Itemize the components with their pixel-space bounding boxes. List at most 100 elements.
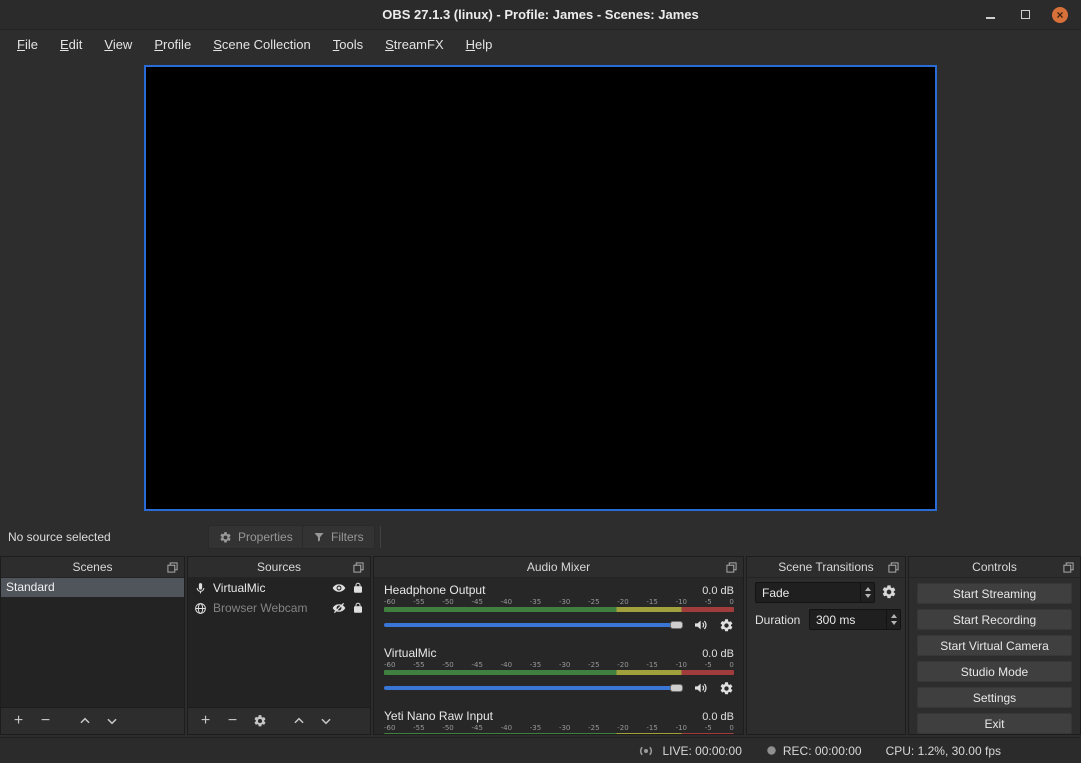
volume-track: [384, 686, 683, 690]
tick-label: -10: [676, 724, 687, 732]
filters-label: Filters: [331, 530, 364, 544]
transition-select[interactable]: Fade: [755, 582, 875, 603]
chevron-up-icon: [292, 714, 306, 728]
transitions-popout-button[interactable]: [887, 561, 900, 574]
controls-popout-button[interactable]: [1062, 561, 1075, 574]
lock-icon[interactable]: [352, 602, 364, 614]
channel-name: Yeti Nano Raw Input: [384, 709, 493, 723]
start-streaming-button[interactable]: Start Streaming: [917, 583, 1072, 604]
obs-window: OBS 27.1.3 (linux) - Profile: James - Sc…: [0, 0, 1081, 763]
menu-help[interactable]: Help: [455, 32, 504, 57]
tick-label: 0: [729, 724, 733, 732]
chevron-up-icon: [78, 714, 92, 728]
controls-body: Start Streaming Start Recording Start Vi…: [909, 578, 1080, 739]
menu-profile[interactable]: Profile: [143, 32, 202, 57]
volume-handle[interactable]: [670, 684, 683, 692]
tick-label: -35: [530, 598, 541, 606]
channel-level: 0.0 dB: [702, 585, 734, 597]
exit-button[interactable]: Exit: [917, 713, 1072, 734]
microphone-icon: [194, 582, 207, 595]
sources-toolbar: + −: [188, 707, 370, 734]
start-recording-button[interactable]: Start Recording: [917, 609, 1072, 630]
visibility-eye-icon[interactable]: [332, 581, 346, 595]
menu-view[interactable]: View: [93, 32, 143, 57]
move-scene-up-button[interactable]: [71, 710, 98, 732]
transition-settings-button[interactable]: [881, 584, 897, 600]
studio-mode-button[interactable]: Studio Mode: [917, 661, 1072, 682]
scenes-list[interactable]: Standard: [1, 578, 184, 707]
tick-label: -15: [646, 724, 657, 732]
channel-settings-button[interactable]: [719, 618, 734, 633]
speaker-mute-button[interactable]: [693, 617, 709, 633]
speaker-mute-button[interactable]: [693, 680, 709, 696]
channel-name: VirtualMic: [384, 646, 436, 660]
tick-label: -25: [588, 661, 599, 669]
channel-name: Headphone Output: [384, 583, 485, 597]
settings-button[interactable]: Settings: [917, 687, 1072, 708]
duration-spinner[interactable]: [886, 610, 900, 629]
source-item-browser-webcam[interactable]: Browser Webcam: [188, 598, 370, 618]
source-properties-button[interactable]: [246, 710, 273, 732]
sources-popout-button[interactable]: [352, 561, 365, 574]
combo-spinner[interactable]: [860, 583, 874, 602]
channel-settings-button[interactable]: [719, 681, 734, 696]
controls-dock-header: Controls: [909, 557, 1080, 578]
tick-label: -35: [530, 661, 541, 669]
move-scene-down-button[interactable]: [98, 710, 125, 732]
duration-spinbox[interactable]: 300 ms: [809, 609, 901, 630]
arrow-up-icon: [865, 587, 871, 591]
rec-status: REC: 00:00:00: [766, 744, 862, 758]
menu-file[interactable]: File: [6, 32, 49, 57]
scene-transitions-dock: Scene Transitions Fade Duration 300 ms: [746, 556, 906, 735]
add-source-button[interactable]: +: [192, 710, 219, 732]
arrow-down-icon: [865, 594, 871, 598]
add-scene-button[interactable]: +: [5, 710, 32, 732]
properties-button[interactable]: Properties: [208, 525, 304, 549]
volume-handle[interactable]: [670, 621, 683, 629]
meter-scale: -60-55-50-45-40-35-30-25-20-15-10-50: [384, 598, 734, 606]
source-item-virtualmic[interactable]: VirtualMic: [188, 578, 370, 598]
menu-scene-collection[interactable]: Scene Collection: [202, 32, 322, 57]
visibility-eye-off-icon[interactable]: [332, 601, 346, 615]
tick-label: -55: [413, 598, 424, 606]
channel-level: 0.0 dB: [702, 711, 734, 723]
transitions-dock-header: Scene Transitions: [747, 557, 905, 578]
close-button[interactable]: ×: [1051, 6, 1069, 24]
lock-icon[interactable]: [352, 582, 364, 594]
toolbar-separator: [380, 526, 381, 548]
maximize-button[interactable]: [1016, 6, 1034, 24]
mixer-body: Headphone Output 0.0 dB -60-55-50-45-40-…: [374, 578, 743, 734]
tick-label: -30: [559, 598, 570, 606]
preview-canvas[interactable]: [144, 65, 937, 511]
menu-streamfx[interactable]: StreamFX: [374, 32, 455, 57]
menu-tools[interactable]: Tools: [322, 32, 374, 57]
transition-selected-value: Fade: [756, 586, 860, 600]
scene-item-standard[interactable]: Standard: [1, 578, 184, 597]
filters-button[interactable]: Filters: [302, 525, 375, 549]
volume-meter: [384, 670, 734, 675]
tick-label: -5: [705, 598, 712, 606]
arrow-up-icon: [891, 614, 897, 618]
minimize-button[interactable]: [981, 6, 999, 24]
volume-slider[interactable]: [384, 681, 683, 695]
titlebar: OBS 27.1.3 (linux) - Profile: James - Sc…: [0, 0, 1081, 30]
tick-label: -5: [705, 661, 712, 669]
chevron-down-icon: [105, 714, 119, 728]
menu-edit[interactable]: Edit: [49, 32, 93, 57]
volume-slider[interactable]: [384, 618, 683, 632]
tick-label: -50: [442, 724, 453, 732]
mixer-popout-button[interactable]: [725, 561, 738, 574]
scenes-popout-button[interactable]: [166, 561, 179, 574]
start-virtual-camera-button[interactable]: Start Virtual Camera: [917, 635, 1072, 656]
source-name: VirtualMic: [213, 581, 326, 595]
move-source-down-button[interactable]: [312, 710, 339, 732]
remove-source-button[interactable]: −: [219, 710, 246, 732]
sources-list[interactable]: VirtualMic Browser Webcam: [188, 578, 370, 707]
remove-scene-button[interactable]: −: [32, 710, 59, 732]
move-source-up-button[interactable]: [285, 710, 312, 732]
volume-track: [384, 623, 683, 627]
statusbar: LIVE: 00:00:00 REC: 00:00:00 CPU: 1.2%, …: [0, 737, 1081, 763]
tick-label: -5: [705, 724, 712, 732]
gear-icon: [219, 531, 232, 544]
duration-value: 300 ms: [810, 613, 886, 627]
